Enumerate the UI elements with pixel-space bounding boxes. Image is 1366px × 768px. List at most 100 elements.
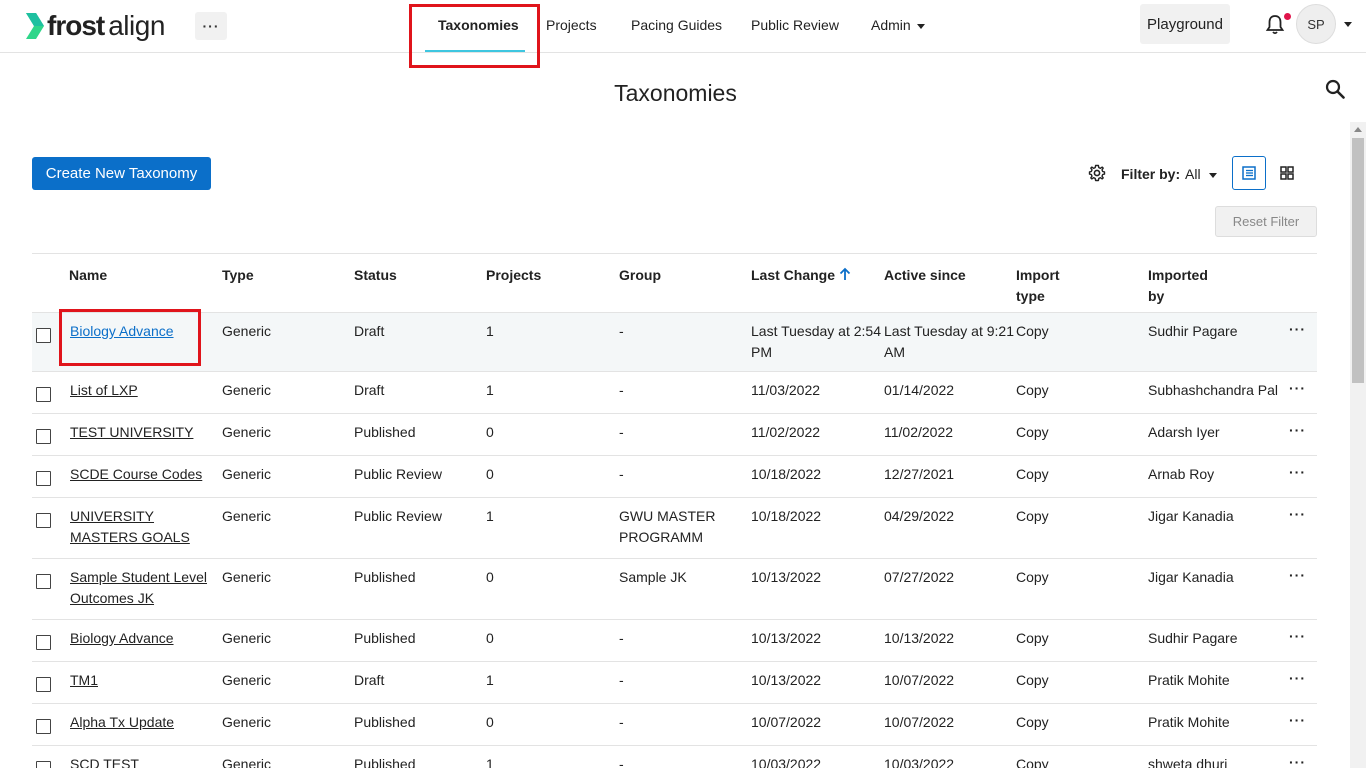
cell-line: MASTERS GOALS: [70, 529, 190, 545]
column-header-projects[interactable]: Projects: [486, 265, 541, 286]
column-header-status[interactable]: Status: [354, 265, 397, 286]
scrollbar-thumb[interactable]: [1352, 138, 1364, 383]
column-header-last-change[interactable]: Last Change: [751, 265, 835, 286]
cell-type: Generic: [222, 672, 272, 688]
cell-line: PROGRAMM: [619, 529, 703, 545]
cell-group: -: [619, 422, 624, 443]
taxonomy-name-link[interactable]: TEST UNIVERSITY: [70, 424, 193, 440]
cell-name[interactable]: UNIVERSITY MASTERS GOALS: [70, 506, 190, 548]
reset-filter-button[interactable]: Reset Filter: [1215, 206, 1317, 237]
row-checkbox[interactable]: [36, 635, 51, 650]
sort-ascending-icon[interactable]: [838, 266, 852, 282]
row-checkbox[interactable]: [36, 677, 51, 692]
grid-view-toggle[interactable]: [1272, 156, 1302, 190]
table-row[interactable]: TM1 Generic Draft 1 - 10/13/2022 10/07/2022 Cop…: [32, 662, 1317, 704]
row-checkbox[interactable]: [36, 761, 51, 768]
column-header-type[interactable]: Type: [222, 265, 254, 286]
chevron-down-icon: [916, 23, 925, 29]
user-avatar[interactable]: SP: [1296, 4, 1336, 44]
chevron-down-icon[interactable]: [1209, 173, 1217, 178]
table-row[interactable]: Alpha Tx Update Generic Published 0 - 10/07/2…: [32, 704, 1317, 746]
cell-import-type: Copy: [1016, 508, 1049, 524]
taxonomy-name-link[interactable]: TM1: [70, 672, 98, 688]
row-checkbox[interactable]: [36, 574, 51, 589]
playground-button[interactable]: Playground: [1140, 4, 1230, 44]
table-row[interactable]: SCDE Course Codes Generic Public Review 0 - 1…: [32, 456, 1317, 498]
cell-name[interactable]: SCD TEST: [70, 754, 139, 768]
table-row[interactable]: TEST UNIVERSITY Generic Published 0 - 11/02/2…: [32, 414, 1317, 456]
cell-name[interactable]: List of LXP: [70, 380, 138, 401]
table-row[interactable]: UNIVERSITY MASTERS GOALS Generic Public Rev…: [32, 498, 1317, 559]
list-view-toggle[interactable]: [1232, 156, 1266, 190]
cell-active-since: 07/27/2022: [884, 567, 954, 588]
row-actions-menu-icon[interactable]: ···: [1289, 380, 1306, 396]
filter-dropdown[interactable]: All: [1185, 166, 1201, 182]
row-checkbox[interactable]: [36, 328, 51, 343]
row-actions-menu-icon[interactable]: ···: [1289, 321, 1306, 337]
cell-projects: 0: [486, 424, 494, 440]
notification-bell-icon[interactable]: [1265, 14, 1285, 36]
cell-imported-by: Sudhir Pagare: [1148, 323, 1238, 339]
table-row[interactable]: Sample Student Level Outcomes JK Generic Pu…: [32, 559, 1317, 620]
column-header-imported-by[interactable]: Imported by: [1148, 265, 1208, 307]
cell-status: Public Review: [354, 508, 442, 524]
taxonomy-name-link[interactable]: SCDE Course Codes: [70, 466, 202, 482]
row-checkbox[interactable]: [36, 719, 51, 734]
cell-line: 11/02/2022: [884, 424, 954, 440]
cell-name[interactable]: Alpha Tx Update: [70, 712, 174, 733]
row-checkbox[interactable]: [36, 387, 51, 402]
table-row[interactable]: Biology Advance Generic Draft 1- Last Tuesda…: [32, 313, 1317, 372]
taxonomy-name-link[interactable]: SCD TEST: [70, 756, 139, 768]
cell-status: Published: [354, 424, 416, 440]
search-icon[interactable]: [1325, 79, 1345, 99]
column-header-name[interactable]: Name: [69, 265, 107, 286]
row-checkbox[interactable]: [36, 513, 51, 528]
row-actions-menu-icon[interactable]: ···: [1289, 628, 1306, 644]
row-actions-menu-icon[interactable]: ···: [1289, 422, 1306, 438]
cell-line: 10/13/2022: [884, 630, 955, 646]
row-actions-menu-icon[interactable]: ···: [1289, 754, 1306, 768]
gear-icon[interactable]: [1088, 164, 1106, 182]
taxonomy-name-link[interactable]: Biology Advance: [70, 630, 174, 646]
taxonomy-name-link[interactable]: List of LXP: [70, 382, 138, 398]
cell-import-type: Copy: [1016, 569, 1049, 585]
row-actions-menu-icon[interactable]: ···: [1289, 670, 1306, 686]
nav-admin[interactable]: Admin: [871, 17, 925, 33]
cell-name[interactable]: TEST UNIVERSITY: [70, 422, 193, 443]
taxonomy-name-link[interactable]: Alpha Tx Update: [70, 714, 174, 730]
row-checkbox[interactable]: [36, 471, 51, 486]
table-row[interactable]: List of LXP Generic Draft 1 - 11/03/2022 01/14…: [32, 372, 1317, 414]
cell-name[interactable]: Biology Advance: [70, 628, 174, 649]
scroll-up-arrow-icon[interactable]: [1354, 127, 1362, 132]
column-header-import-type[interactable]: Import type: [1016, 265, 1060, 307]
row-checkbox[interactable]: [36, 429, 51, 444]
column-header-group[interactable]: Group: [619, 265, 661, 286]
cell-imported-by: Sudhir Pagare: [1148, 630, 1238, 646]
cell-line: TEST UNIVERSITY: [70, 424, 194, 440]
cell-line: 07/27/2022: [884, 569, 955, 585]
table-row[interactable]: Biology Advance Generic Published 0 - 10/13/2…: [32, 620, 1317, 662]
chevron-down-icon[interactable]: [1344, 22, 1352, 27]
row-actions-menu-icon[interactable]: ···: [1289, 712, 1306, 728]
row-actions-menu-icon[interactable]: ···: [1289, 506, 1306, 522]
cell-name[interactable]: SCDE Course Codes: [70, 464, 202, 485]
cell-name[interactable]: TM1: [70, 670, 98, 691]
nav-pacing-guides[interactable]: Pacing Guides: [631, 17, 722, 33]
create-new-taxonomy-button[interactable]: Create New Taxonomy: [32, 157, 211, 190]
nav-public-review[interactable]: Public Review: [751, 17, 839, 33]
column-header-active-since[interactable]: Active since: [884, 265, 966, 286]
taxonomy-name-link[interactable]: Sample Student Level Outcomes JK: [70, 569, 207, 606]
row-actions-menu-icon[interactable]: ···: [1289, 464, 1306, 480]
table-row[interactable]: SCD TEST Generic Published 1 - 10/03/2022 10/0…: [32, 746, 1317, 768]
cell-active-since: 10/07/2022: [884, 670, 954, 691]
cell-active-since: 11/02/2022: [884, 422, 953, 443]
more-menu-button[interactable]: ···: [195, 12, 227, 40]
frost-align-logo[interactable]: frost align: [24, 10, 165, 42]
taxonomy-name-link[interactable]: UNIVERSITY MASTERS GOALS: [70, 508, 190, 545]
cell-projects: 0: [486, 714, 494, 730]
cell-name[interactable]: Sample Student Level Outcomes JK: [70, 567, 207, 609]
cell-line: SCDE Course Codes: [70, 466, 203, 482]
row-actions-menu-icon[interactable]: ···: [1289, 567, 1306, 583]
nav-projects[interactable]: Projects: [546, 17, 597, 33]
cell-projects: 1: [486, 756, 494, 768]
